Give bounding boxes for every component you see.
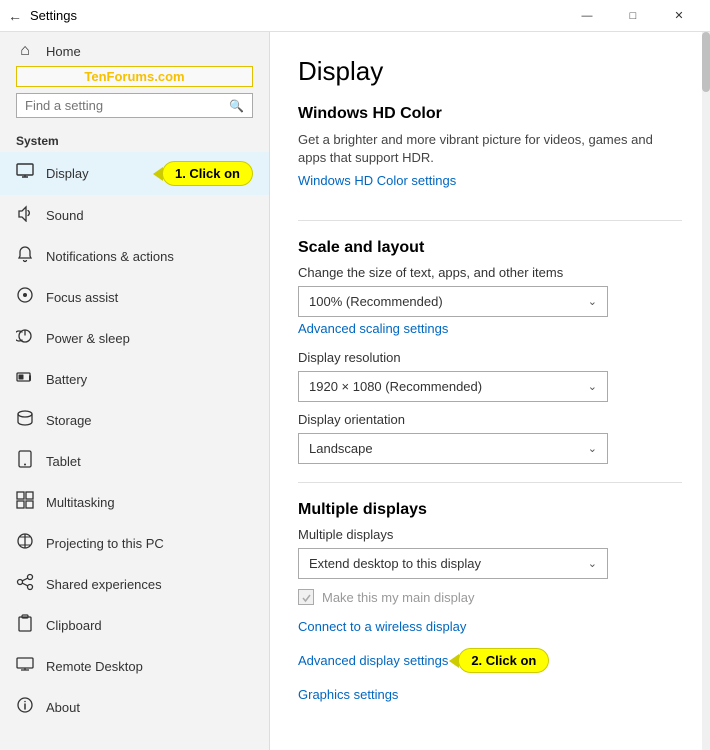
change-size-label: Change the size of text, apps, and other… (298, 265, 682, 280)
sidebar-multitasking-label: Multitasking (46, 495, 253, 510)
sidebar-battery-label: Battery (46, 372, 253, 387)
sidebar-item-about[interactable]: About (0, 687, 269, 728)
content-area: Display Windows HD Color Get a brighter … (270, 32, 710, 750)
watermark: TenForums.com (16, 66, 253, 87)
sidebar-item-battery[interactable]: Battery (0, 359, 269, 400)
resolution-value: 1920 × 1080 (Recommended) (309, 379, 482, 394)
sidebar-tablet-label: Tablet (46, 454, 253, 469)
hd-color-heading: Windows HD Color (298, 105, 682, 123)
sidebar-item-power[interactable]: Power & sleep (0, 318, 269, 359)
minimize-button[interactable]: — (564, 0, 610, 32)
orientation-dropdown-arrow: ⌄ (588, 442, 597, 455)
search-icon[interactable]: 🔍 (229, 99, 244, 113)
main-display-label: Make this my main display (322, 590, 474, 605)
advanced-display-row: Advanced display settings 2. Click on (298, 648, 682, 673)
sidebar-display-label: Display (46, 166, 144, 181)
remote-icon (16, 655, 34, 678)
sidebar-item-home[interactable]: ⌂ Home (0, 32, 269, 66)
sidebar-item-projecting[interactable]: Projecting to this PC (0, 523, 269, 564)
title-bar-controls: — □ ✕ (564, 0, 702, 32)
divider-2 (298, 482, 682, 483)
maximize-button[interactable]: □ (610, 0, 656, 32)
main-layout: ⌂ Home TenForums.com 🔍 System Display 1.… (0, 32, 710, 750)
resolution-label: Display resolution (298, 350, 682, 365)
projecting-icon (16, 532, 34, 555)
sidebar-storage-label: Storage (46, 413, 253, 428)
scale-dropdown-arrow: ⌄ (588, 295, 597, 308)
sidebar-section-label: System (0, 128, 269, 152)
multiple-displays-value: Extend desktop to this display (309, 556, 481, 571)
multiple-displays-dropdown-arrow: ⌄ (588, 557, 597, 570)
sidebar-item-display[interactable]: Display 1. Click on (0, 152, 269, 195)
scrollbar-thumb[interactable] (702, 32, 710, 92)
sidebar-sound-label: Sound (46, 208, 253, 223)
search-input[interactable] (25, 98, 229, 113)
title-bar: ← Settings — □ ✕ (0, 0, 710, 32)
scale-value: 100% (Recommended) (309, 294, 443, 309)
scrollbar-track[interactable] (702, 32, 710, 750)
scale-dropdown[interactable]: 100% (Recommended) ⌄ (298, 286, 608, 317)
sidebar-power-label: Power & sleep (46, 331, 253, 346)
search-box: 🔍 (16, 93, 253, 118)
multiple-displays-heading: Multiple displays (298, 501, 682, 519)
tablet-icon (16, 450, 34, 473)
callout2: 2. Click on (458, 648, 549, 673)
advanced-scaling-link[interactable]: Advanced scaling settings (298, 321, 448, 336)
sidebar-item-shared[interactable]: Shared experiences (0, 564, 269, 605)
back-icon[interactable]: ← (8, 8, 22, 24)
notifications-icon (16, 245, 34, 268)
resolution-dropdown[interactable]: 1920 × 1080 (Recommended) ⌄ (298, 371, 608, 402)
focus-icon (16, 286, 34, 309)
multitasking-icon (16, 491, 34, 514)
hd-color-desc: Get a brighter and more vibrant picture … (298, 131, 682, 167)
power-icon (16, 327, 34, 350)
main-display-checkbox[interactable] (298, 589, 314, 605)
main-display-row: Make this my main display (298, 589, 682, 605)
multiple-displays-label: Multiple displays (298, 527, 682, 542)
sidebar: ⌂ Home TenForums.com 🔍 System Display 1.… (0, 32, 270, 750)
title-bar-left: ← Settings (8, 8, 77, 24)
scale-layout-heading: Scale and layout (298, 239, 682, 257)
sidebar-shared-label: Shared experiences (46, 577, 253, 592)
orientation-dropdown[interactable]: Landscape ⌄ (298, 433, 608, 464)
multiple-displays-dropdown[interactable]: Extend desktop to this display ⌄ (298, 548, 608, 579)
connect-wireless-link[interactable]: Connect to a wireless display (298, 619, 466, 634)
battery-icon (16, 368, 34, 391)
hd-color-link[interactable]: Windows HD Color settings (298, 173, 456, 188)
sidebar-notifications-label: Notifications & actions (46, 249, 253, 264)
orientation-value: Landscape (309, 441, 373, 456)
advanced-display-link[interactable]: Advanced display settings (298, 653, 448, 668)
sidebar-item-sound[interactable]: Sound (0, 195, 269, 236)
page-title: Display (298, 56, 682, 87)
sidebar-focus-label: Focus assist (46, 290, 253, 305)
sidebar-remote-label: Remote Desktop (46, 659, 253, 674)
storage-icon (16, 409, 34, 432)
sidebar-item-notifications[interactable]: Notifications & actions (0, 236, 269, 277)
graphics-settings-link[interactable]: Graphics settings (298, 687, 398, 702)
divider-1 (298, 220, 682, 221)
sidebar-item-focus[interactable]: Focus assist (0, 277, 269, 318)
sound-icon (16, 204, 34, 227)
sidebar-projecting-label: Projecting to this PC (46, 536, 253, 551)
orientation-label: Display orientation (298, 412, 682, 427)
sidebar-item-storage[interactable]: Storage (0, 400, 269, 441)
display-icon (16, 162, 34, 185)
resolution-dropdown-arrow: ⌄ (588, 380, 597, 393)
sidebar-item-clipboard[interactable]: Clipboard (0, 605, 269, 646)
sidebar-item-tablet[interactable]: Tablet (0, 441, 269, 482)
title-bar-title: Settings (30, 8, 77, 23)
sidebar-clipboard-label: Clipboard (46, 618, 253, 633)
home-icon: ⌂ (16, 42, 34, 60)
sidebar-item-multitasking[interactable]: Multitasking (0, 482, 269, 523)
close-button[interactable]: ✕ (656, 0, 702, 32)
sidebar-about-label: About (46, 700, 253, 715)
shared-icon (16, 573, 34, 596)
sidebar-item-remote[interactable]: Remote Desktop (0, 646, 269, 687)
callout1: 1. Click on (162, 161, 253, 186)
about-icon (16, 696, 34, 719)
clipboard-icon (16, 614, 34, 637)
sidebar-home-label: Home (46, 44, 253, 59)
